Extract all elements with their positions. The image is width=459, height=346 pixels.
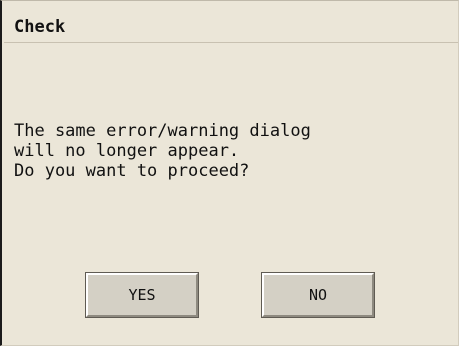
title-divider bbox=[4, 42, 458, 43]
yes-button[interactable]: YES bbox=[85, 272, 199, 318]
dialog-title: Check bbox=[14, 17, 66, 37]
dialog-message: The same error/warning dialog will no lo… bbox=[14, 121, 311, 181]
check-dialog: Check The same error/warning dialog will… bbox=[0, 0, 459, 346]
no-button[interactable]: NO bbox=[261, 272, 375, 318]
